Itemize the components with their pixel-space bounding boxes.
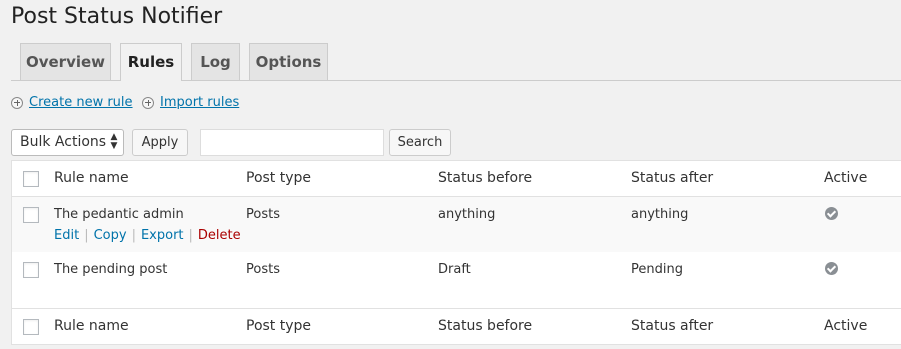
add-circle-icon — [142, 96, 154, 109]
active-check-icon — [825, 262, 838, 275]
table-row: The pedantic admin Posts anything anythi… — [12, 197, 901, 252]
tab-options[interactable]: Options — [249, 43, 328, 80]
row-checkbox[interactable] — [23, 262, 39, 278]
post-type: Posts — [246, 207, 280, 222]
import-rules-link[interactable]: Import rules — [142, 95, 239, 110]
delete-link[interactable]: Delete — [198, 228, 241, 243]
column-active[interactable]: Active — [824, 170, 867, 186]
row-actions: Edit | Copy | Export | Delete — [54, 228, 241, 243]
create-new-rule-label: Create new rule — [29, 95, 133, 110]
edit-link[interactable]: Edit — [54, 228, 79, 243]
tab-log[interactable]: Log — [191, 43, 240, 80]
create-new-rule-link[interactable]: Create new rule — [11, 95, 133, 110]
active-check-icon — [825, 207, 838, 220]
column-status-after[interactable]: Status after — [631, 318, 713, 334]
tab-overview[interactable]: Overview — [20, 43, 111, 80]
table-footer: Rule name Post type Status before Status… — [12, 308, 901, 344]
import-rules-label: Import rules — [160, 95, 240, 110]
select-all-checkbox[interactable] — [23, 171, 39, 187]
search-button[interactable]: Search — [389, 129, 451, 156]
column-status-before[interactable]: Status before — [438, 318, 532, 334]
column-post-type[interactable]: Post type — [246, 170, 311, 186]
page-title: Post Status Notifier — [11, 4, 223, 29]
row-checkbox[interactable] — [23, 207, 39, 223]
search-input[interactable] — [200, 129, 384, 156]
column-active[interactable]: Active — [824, 318, 867, 334]
column-rule-name[interactable]: Rule name — [54, 170, 129, 186]
add-circle-icon — [11, 96, 23, 109]
export-link[interactable]: Export — [141, 228, 184, 243]
column-rule-name[interactable]: Rule name — [54, 318, 129, 334]
apply-button[interactable]: Apply — [132, 129, 188, 156]
status-after: anything — [631, 207, 689, 222]
select-arrows-icon: ▲ ▼ — [110, 132, 118, 151]
column-status-after[interactable]: Status after — [631, 170, 713, 186]
column-status-before[interactable]: Status before — [438, 170, 532, 186]
column-post-type[interactable]: Post type — [246, 318, 311, 334]
status-before: anything — [438, 207, 496, 222]
status-after: Pending — [631, 262, 683, 277]
tab-rules[interactable]: Rules — [120, 43, 182, 81]
rule-name[interactable]: The pedantic admin — [54, 207, 184, 222]
rules-table: Rule name Post type Status before Status… — [11, 160, 901, 345]
table-row: The pending post Posts Draft Pending — [12, 252, 901, 308]
bulk-actions-value: Bulk Actions — [20, 134, 107, 150]
rule-name[interactable]: The pending post — [54, 262, 167, 277]
table-header: Rule name Post type Status before Status… — [12, 161, 901, 197]
select-all-checkbox[interactable] — [23, 319, 39, 335]
copy-link[interactable]: Copy — [94, 228, 127, 243]
post-type: Posts — [246, 262, 280, 277]
status-before: Draft — [438, 262, 471, 277]
bulk-actions-select[interactable]: Bulk Actions ▲ ▼ — [11, 129, 124, 156]
